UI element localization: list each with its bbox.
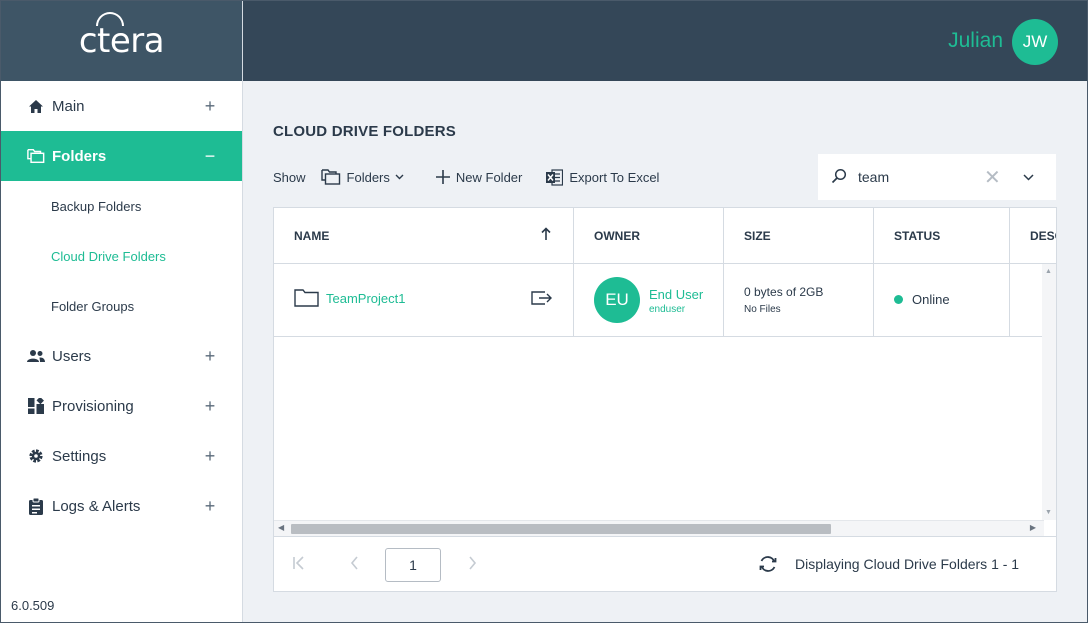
- cloud-logo-icon: [95, 12, 124, 26]
- sidebar-subitem-folder-groups[interactable]: Folder Groups: [1, 281, 242, 331]
- search-box: ✕: [818, 154, 1056, 200]
- gear-icon: [27, 447, 45, 465]
- provisioning-icon: [27, 397, 45, 415]
- size-cell: 0 bytes of 2GB No Files: [724, 264, 874, 336]
- file-count: No Files: [744, 304, 781, 315]
- open-folder-arrow-icon[interactable]: [531, 291, 553, 310]
- toolbar: Show Folders New Folder Export To Excel: [273, 165, 659, 189]
- sidebar-item-label: Main: [52, 97, 85, 115]
- sidebar-item-folders[interactable]: Folders −: [1, 131, 242, 181]
- expand-icon[interactable]: +: [204, 346, 216, 367]
- excel-icon: [546, 168, 564, 186]
- sort-ascending-arrow-icon[interactable]: [541, 227, 551, 244]
- export-label: Export To Excel: [569, 169, 660, 185]
- page-number-input[interactable]: [385, 548, 441, 582]
- sidebar-item-label: Settings: [52, 447, 107, 465]
- logo-text: ctera: [78, 21, 165, 61]
- search-icon: [831, 168, 847, 189]
- sidebar-item-label: Provisioning: [52, 397, 134, 415]
- show-label: Show: [273, 169, 306, 185]
- owner-cell: EU End User enduser: [574, 264, 724, 336]
- column-header-owner[interactable]: OWNER: [574, 208, 724, 263]
- scroll-up-arrow-icon[interactable]: ▲: [1045, 268, 1052, 275]
- sidebar-item-label: Users: [52, 347, 92, 365]
- clipboard-icon: [27, 497, 45, 515]
- first-page-icon[interactable]: [292, 556, 306, 575]
- folder-name-link[interactable]: TeamProject1: [326, 291, 405, 306]
- pagination-bar: Displaying Cloud Drive Folders 1 - 1: [274, 536, 1056, 591]
- sidebar-item-provisioning[interactable]: Provisioning +: [1, 381, 242, 431]
- column-header-status[interactable]: STATUS: [874, 208, 1010, 263]
- column-header-name[interactable]: NAME: [274, 208, 574, 263]
- description-cell: [1010, 264, 1044, 336]
- sidebar-item-logs-alerts[interactable]: Logs & Alerts +: [1, 481, 242, 531]
- folders-icon: [320, 169, 341, 185]
- ctera-logo[interactable]: ctera: [78, 12, 165, 61]
- column-header-label: NAME: [294, 228, 330, 243]
- sidebar: ctera Main + Folders − Backup Folders Cl…: [1, 1, 243, 622]
- scroll-down-arrow-icon[interactable]: ▼: [1045, 509, 1052, 516]
- top-bar: Julian JW: [243, 1, 1087, 81]
- status-text: Online: [912, 292, 950, 307]
- vertical-scrollbar[interactable]: ▲ ▼: [1042, 264, 1056, 520]
- user-avatar[interactable]: JW: [1012, 19, 1058, 65]
- scroll-right-arrow-icon[interactable]: ▶: [1030, 523, 1036, 532]
- folders-icon: [27, 147, 45, 165]
- table-header: NAME OWNER SIZE STATUS DESC: [274, 208, 1056, 264]
- sidebar-item-settings[interactable]: Settings +: [1, 431, 242, 481]
- owner-username: enduser: [649, 304, 686, 315]
- sidebar-item-main[interactable]: Main +: [1, 81, 242, 131]
- owner-avatar[interactable]: EU: [594, 277, 640, 323]
- user-name[interactable]: Julian: [948, 29, 1003, 53]
- horizontal-scrollbar-thumb[interactable]: [291, 524, 831, 534]
- horizontal-scrollbar[interactable]: ◀ ▶: [274, 520, 1044, 536]
- search-options-chevron-icon[interactable]: [1023, 168, 1034, 186]
- previous-page-icon[interactable]: [350, 556, 359, 575]
- sidebar-item-users[interactable]: Users +: [1, 331, 242, 381]
- status-online-dot-icon: [894, 295, 903, 304]
- name-cell: TeamProject1: [274, 264, 574, 336]
- folders-filter-label: Folders: [346, 169, 390, 185]
- export-to-excel-button[interactable]: Export To Excel: [546, 168, 660, 186]
- table-row[interactable]: TeamProject1 EU End User enduser 0 bytes…: [274, 264, 1044, 337]
- pagination-info: Displaying Cloud Drive Folders 1 - 1: [795, 556, 1020, 572]
- status-cell: Online: [874, 264, 1010, 336]
- sidebar-nav: Main + Folders − Backup Folders Cloud Dr…: [1, 81, 242, 531]
- page-title: CLOUD DRIVE FOLDERS: [273, 123, 456, 140]
- column-header-description[interactable]: DESC: [1010, 208, 1056, 263]
- clear-search-icon[interactable]: ✕: [984, 165, 1001, 190]
- size-value: 0 bytes of 2GB: [744, 285, 824, 299]
- version-label: 6.0.509: [11, 598, 55, 613]
- chevron-down-icon: [395, 174, 404, 180]
- new-folder-button[interactable]: New Folder: [435, 169, 523, 185]
- sidebar-subitem-backup-folders[interactable]: Backup Folders: [1, 181, 242, 231]
- plus-icon: [435, 170, 450, 184]
- collapse-icon[interactable]: −: [204, 146, 216, 167]
- next-page-icon[interactable]: [468, 556, 477, 575]
- column-header-size[interactable]: SIZE: [724, 208, 874, 263]
- new-folder-label: New Folder: [455, 169, 523, 185]
- logo-bar: ctera: [1, 1, 242, 81]
- sidebar-subitem-cloud-drive-folders[interactable]: Cloud Drive Folders: [1, 231, 242, 281]
- search-input[interactable]: [858, 166, 978, 188]
- sidebar-item-label: Folders: [52, 147, 107, 165]
- refresh-icon[interactable]: [758, 554, 778, 579]
- app-window: ctera Main + Folders − Backup Folders Cl…: [0, 0, 1088, 623]
- scroll-left-arrow-icon[interactable]: ◀: [278, 523, 284, 532]
- folders-filter-dropdown[interactable]: Folders: [320, 169, 404, 185]
- expand-icon[interactable]: +: [204, 396, 216, 417]
- users-icon: [27, 347, 45, 365]
- expand-icon[interactable]: +: [204, 496, 216, 517]
- home-icon: [27, 97, 45, 115]
- folders-table: NAME OWNER SIZE STATUS DESC TeamProject1: [273, 207, 1057, 592]
- owner-name-link[interactable]: End User: [649, 287, 703, 302]
- expand-icon[interactable]: +: [204, 446, 216, 467]
- folder-icon: [294, 288, 319, 312]
- expand-icon[interactable]: +: [204, 96, 216, 117]
- sidebar-item-label: Logs & Alerts: [52, 497, 141, 515]
